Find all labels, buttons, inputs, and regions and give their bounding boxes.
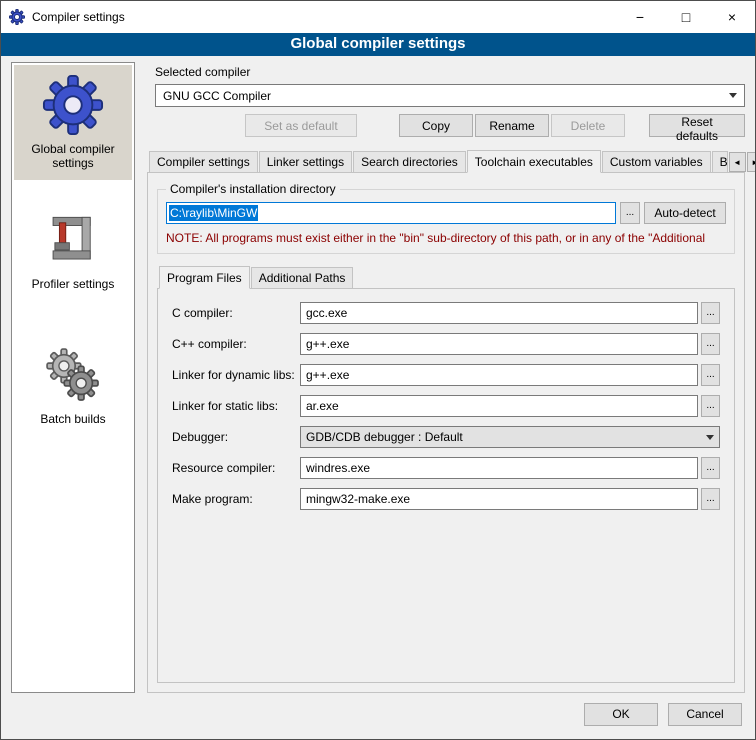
auto-detect-button[interactable]: Auto-detect <box>644 202 726 224</box>
dynamic-linker-browse-button[interactable]: ... <box>701 364 720 386</box>
cpp-compiler-value: g++.exe <box>306 337 349 351</box>
resource-compiler-browse-button[interactable]: ... <box>701 457 720 479</box>
dialog-footer: OK Cancel <box>1 697 755 739</box>
dialog-header: Global compiler settings <box>1 33 755 56</box>
tab-compiler-settings[interactable]: Compiler settings <box>149 151 258 172</box>
sidebar-item-batch-builds[interactable]: Batch builds <box>14 335 132 436</box>
c-compiler-label: C compiler: <box>172 306 300 320</box>
tab-scroll-left-icon[interactable]: ◄ <box>729 152 746 172</box>
compiler-actions: Set as default Copy Rename Delete Reset … <box>147 114 745 137</box>
close-button[interactable]: × <box>709 1 755 33</box>
cancel-button[interactable]: Cancel <box>668 703 742 726</box>
chevron-down-icon <box>729 93 737 98</box>
field-row-debugger: Debugger: GDB/CDB debugger : Default <box>172 426 720 448</box>
resource-compiler-label: Resource compiler: <box>172 461 300 475</box>
cpp-compiler-input[interactable]: g++.exe <box>300 333 698 355</box>
make-program-label: Make program: <box>172 492 300 506</box>
app-gear-icon <box>9 9 25 25</box>
set-as-default-button[interactable]: Set as default <box>245 114 357 137</box>
tab-scroll-buttons: ◄ ► <box>729 152 756 172</box>
make-program-input[interactable]: mingw32-make.exe <box>300 488 698 510</box>
tab-search-directories[interactable]: Search directories <box>353 151 466 172</box>
profiler-clamp-icon <box>41 208 105 272</box>
compiler-select-value: GNU GCC Compiler <box>163 89 271 103</box>
installation-directory-input[interactable]: C:\raylib\MinGW <box>166 202 616 224</box>
installation-directory-row: C:\raylib\MinGW ... Auto-detect <box>166 202 726 224</box>
dynamic-linker-label: Linker for dynamic libs: <box>172 368 300 382</box>
installation-directory-browse-button[interactable]: ... <box>620 202 640 224</box>
tab-toolchain-executables[interactable]: Toolchain executables <box>467 150 601 173</box>
blue-gear-icon <box>41 73 105 137</box>
debugger-label: Debugger: <box>172 430 300 444</box>
tab-scroll-right-icon[interactable]: ► <box>747 152 756 172</box>
make-program-browse-button[interactable]: ... <box>701 488 720 510</box>
reset-defaults-button[interactable]: Reset defaults <box>649 114 745 137</box>
maximize-button[interactable]: □ <box>663 1 709 33</box>
gray-gears-icon <box>41 343 105 407</box>
static-linker-browse-button[interactable]: ... <box>701 395 720 417</box>
tab-program-files[interactable]: Program Files <box>159 266 250 289</box>
static-linker-label: Linker for static libs: <box>172 399 300 413</box>
sidebar-item-label: Global compiler settings <box>16 142 130 170</box>
selected-compiler-label: Selected compiler <box>155 65 745 79</box>
tab-additional-paths[interactable]: Additional Paths <box>251 267 354 288</box>
minimize-button[interactable]: − <box>617 1 663 33</box>
static-linker-input[interactable]: ar.exe <box>300 395 698 417</box>
copy-button[interactable]: Copy <box>399 114 473 137</box>
field-row-c-compiler: C compiler: gcc.exe ... <box>172 302 720 324</box>
installation-directory-group-title: Compiler's installation directory <box>166 182 340 196</box>
settings-category-list: Global compiler settings Profiler settin… <box>11 62 135 693</box>
resource-compiler-value: windres.exe <box>306 461 370 475</box>
sidebar-item-label: Profiler settings <box>32 277 115 291</box>
field-row-make-program: Make program: mingw32-make.exe ... <box>172 488 720 510</box>
debugger-value: GDB/CDB debugger : Default <box>306 430 463 444</box>
tab-custom-variables[interactable]: Custom variables <box>602 151 711 172</box>
c-compiler-value: gcc.exe <box>306 306 347 320</box>
titlebar[interactable]: Compiler settings − □ × <box>1 1 755 33</box>
compiler-select[interactable]: GNU GCC Compiler <box>155 84 745 107</box>
rename-button[interactable]: Rename <box>475 114 549 137</box>
c-compiler-browse-button[interactable]: ... <box>701 302 720 324</box>
tab-linker-settings[interactable]: Linker settings <box>259 151 352 172</box>
make-program-value: mingw32-make.exe <box>306 492 410 506</box>
delete-button[interactable]: Delete <box>551 114 625 137</box>
field-row-cpp-compiler: C++ compiler: g++.exe ... <box>172 333 720 355</box>
dynamic-linker-value: g++.exe <box>306 368 349 382</box>
field-row-resource-compiler: Resource compiler: windres.exe ... <box>172 457 720 479</box>
dialog-body: Global compiler settings Profiler settin… <box>1 56 755 697</box>
programs-tabstrip: Program Files Additional Paths <box>157 265 735 288</box>
compiler-settings-window: Compiler settings − □ × Global compiler … <box>0 0 756 740</box>
debugger-select[interactable]: GDB/CDB debugger : Default <box>300 426 720 448</box>
resource-compiler-input[interactable]: windres.exe <box>300 457 698 479</box>
static-linker-value: ar.exe <box>306 399 339 413</box>
sidebar-item-global-compiler-settings[interactable]: Global compiler settings <box>14 65 132 180</box>
tab-build-options[interactable]: Build <box>712 151 728 172</box>
cpp-compiler-browse-button[interactable]: ... <box>701 333 720 355</box>
sidebar-item-profiler-settings[interactable]: Profiler settings <box>14 200 132 301</box>
sidebar-item-label: Batch builds <box>40 412 105 426</box>
field-row-dynamic-linker: Linker for dynamic libs: g++.exe ... <box>172 364 720 386</box>
c-compiler-input[interactable]: gcc.exe <box>300 302 698 324</box>
field-row-static-linker: Linker for static libs: ar.exe ... <box>172 395 720 417</box>
bin-subdirectory-note: NOTE: All programs must exist either in … <box>166 231 726 245</box>
settings-tabstrip: Compiler settings Linker settings Search… <box>147 149 745 172</box>
window-title: Compiler settings <box>32 10 617 24</box>
window-controls: − □ × <box>617 1 755 33</box>
toolchain-executables-panel: Compiler's installation directory C:\ray… <box>147 172 745 693</box>
main-panel: Selected compiler GNU GCC Compiler Set a… <box>147 62 745 693</box>
dynamic-linker-input[interactable]: g++.exe <box>300 364 698 386</box>
program-files-panel: C compiler: gcc.exe ... C++ compiler: g+… <box>157 288 735 683</box>
cpp-compiler-label: C++ compiler: <box>172 337 300 351</box>
installation-directory-group: Compiler's installation directory C:\ray… <box>157 189 735 254</box>
installation-directory-value: C:\raylib\MinGW <box>169 205 258 221</box>
ok-button[interactable]: OK <box>584 703 658 726</box>
chevron-down-icon <box>706 435 714 440</box>
